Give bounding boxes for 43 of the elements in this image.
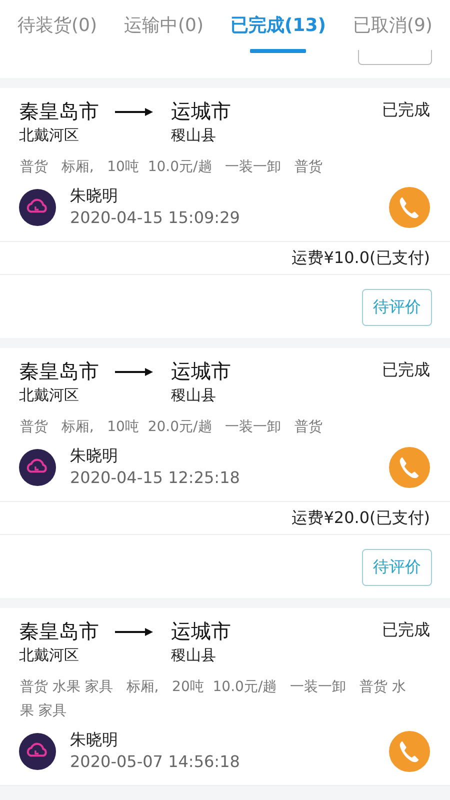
driver-name: 朱晓明 <box>70 729 119 751</box>
phone-icon[interactable] <box>389 446 430 488</box>
destination-district: 稷山县 <box>171 645 217 666</box>
freight-fee: 运费¥10.0(已支付) <box>0 242 450 275</box>
cargo-specs: 普货 水果 家具 标厢, 20吨 10.0元/趟 一装一卸 普货 水果 家具 <box>19 678 407 721</box>
tab-indicator <box>250 49 306 53</box>
arrow-icon <box>115 106 153 118</box>
origin-district: 北戴河区 <box>19 385 80 406</box>
destination-district: 稷山县 <box>171 125 217 146</box>
avatar-icon <box>19 188 56 226</box>
origin-city: 秦皇岛市 <box>19 358 99 384</box>
tab[interactable]: 已取消(9) <box>352 7 432 43</box>
review-button[interactable]: 待评价 <box>362 289 432 326</box>
tab[interactable]: 运输中(0) <box>124 7 204 43</box>
order-time: 2020-04-15 15:09:29 <box>70 207 240 229</box>
phone-icon[interactable] <box>389 730 430 772</box>
destination-city: 运城市 <box>171 618 231 644</box>
arrow-icon <box>115 626 153 638</box>
origin-city: 秦皇岛市 <box>19 618 99 644</box>
driver-name: 朱晓明 <box>70 185 119 207</box>
driver-name: 朱晓明 <box>70 445 119 467</box>
destination-city: 运城市 <box>171 98 231 124</box>
status-text: 已完成 <box>382 99 430 121</box>
order-time: 2020-04-15 12:25:18 <box>70 467 240 489</box>
avatar-icon <box>19 448 56 486</box>
tab[interactable]: 已完成(13) <box>230 7 326 43</box>
freight-fee: 运费¥20.0(已支付) <box>0 502 450 535</box>
origin-district: 北戴河区 <box>19 645 80 666</box>
review-button[interactable]: 待评价 <box>362 549 432 586</box>
destination-district: 稷山县 <box>171 385 217 406</box>
origin-city: 秦皇岛市 <box>19 98 99 124</box>
phone-icon[interactable] <box>389 186 430 228</box>
origin-district: 北戴河区 <box>19 125 80 146</box>
tab[interactable]: 待装货(0) <box>17 7 97 43</box>
order-time: 2020-05-07 14:56:18 <box>70 751 240 773</box>
cargo-specs: 普货 标厢, 10吨 10.0元/趟 一装一卸 普货 <box>19 158 324 177</box>
cargo-specs: 普货 标厢, 10吨 20.0元/趟 一装一卸 普货 <box>19 418 324 437</box>
destination-city: 运城市 <box>171 358 231 384</box>
partial-button[interactable] <box>358 50 432 65</box>
avatar-icon <box>19 732 56 770</box>
status-text: 已完成 <box>382 619 430 641</box>
arrow-icon <box>115 366 153 378</box>
status-text: 已完成 <box>382 359 430 381</box>
